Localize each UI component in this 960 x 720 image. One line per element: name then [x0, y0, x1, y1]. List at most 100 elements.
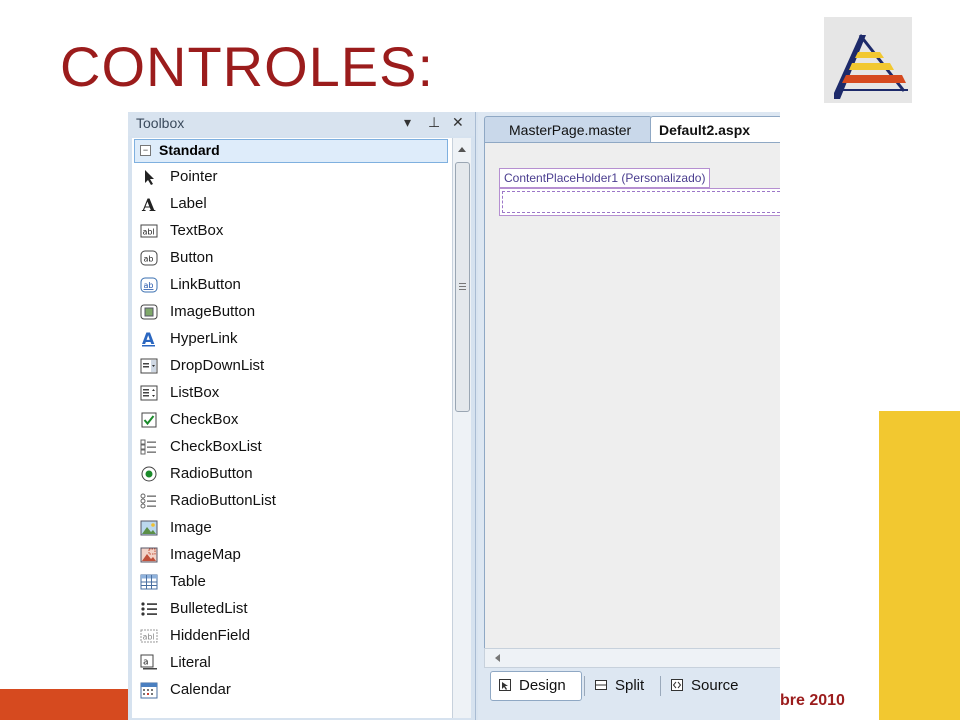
svg-text:ab: ab	[144, 255, 154, 264]
tool-label: RadioButtonList	[170, 492, 276, 509]
tool-label: ImageButton	[170, 303, 256, 320]
svg-text:ab: ab	[144, 281, 154, 290]
tool-item-label[interactable]: A Label	[138, 191, 448, 217]
view-separator	[584, 676, 585, 696]
tool-label: DropDownList	[170, 357, 265, 374]
tool-label: HiddenField	[170, 627, 251, 644]
view-separator	[660, 676, 661, 696]
scroll-down-icon[interactable]	[453, 714, 471, 720]
tool-item-literal[interactable]: a Literal	[138, 650, 448, 676]
split-view-button[interactable]: Split	[586, 671, 660, 701]
content-placeholder-label[interactable]: ContentPlaceHolder1 (Personalizado)	[499, 168, 711, 188]
tool-label: Button	[170, 249, 214, 266]
design-view-button[interactable]: Design	[490, 671, 582, 701]
bulletedlist-icon	[141, 602, 157, 616]
tool-item-image[interactable]: Image	[138, 515, 448, 541]
tool-label: Table	[170, 573, 206, 590]
tool-item-hyperlink[interactable]: A HyperLink	[138, 326, 448, 352]
tool-label: HyperLink	[170, 330, 238, 347]
split-view-icon	[595, 678, 607, 690]
radiobutton-icon	[141, 466, 157, 482]
tab-label: MasterPage.master	[509, 122, 632, 138]
dropdown-arrow-icon[interactable]: ▾	[404, 114, 411, 131]
group-label: Standard	[159, 142, 220, 158]
listbox-icon	[140, 385, 158, 401]
svg-text:abl: abl	[143, 633, 155, 642]
image-icon	[140, 520, 158, 536]
toolbox-list: − Standard Pointer A Label abl TextBox a…	[132, 138, 452, 718]
svg-text:A: A	[141, 196, 156, 213]
content-placeholder-region[interactable]	[499, 188, 780, 216]
designer-panel: MasterPage.master Default2.aspx ContentP…	[478, 112, 780, 720]
tool-label: TextBox	[170, 222, 224, 239]
tab-default2[interactable]: Default2.aspx	[650, 116, 780, 143]
hyperlink-icon: A	[142, 330, 155, 348]
svg-text:a: a	[143, 658, 149, 668]
view-switcher: Design Split Source	[484, 668, 780, 704]
imagebutton-icon	[140, 304, 158, 320]
tool-label: Literal	[170, 654, 211, 671]
tool-item-radiobuttonlist[interactable]: RadioButtonList	[138, 488, 448, 514]
view-label: Design	[519, 677, 566, 694]
tool-label: Calendar	[170, 681, 231, 698]
tool-item-button[interactable]: ab Button	[138, 245, 448, 271]
close-icon[interactable]: ✕	[452, 114, 464, 131]
scroll-thumb[interactable]	[455, 162, 470, 412]
table-icon	[140, 574, 158, 590]
tool-item-calendar[interactable]: Calendar	[138, 677, 448, 703]
button-icon: ab	[140, 250, 158, 266]
tool-item-bulletedlist[interactable]: BulletedList	[138, 596, 448, 622]
tool-item-table[interactable]: Table	[138, 569, 448, 595]
tool-label: CheckBox	[170, 411, 239, 428]
tab-masterpage[interactable]: MasterPage.master	[484, 116, 652, 143]
accent-red-bar	[0, 689, 140, 720]
source-view-button[interactable]: Source	[662, 671, 754, 701]
toolbox-header: Toolbox ▾ ⊥ ✕	[128, 112, 475, 136]
tool-item-checkboxlist[interactable]: CheckBoxList	[138, 434, 448, 460]
tool-label: RadioButton	[170, 465, 253, 482]
toolbox-group-standard[interactable]: − Standard	[134, 139, 448, 163]
hiddenfield-icon: abl	[140, 629, 158, 643]
tool-item-hiddenfield[interactable]: abl HiddenField	[138, 623, 448, 649]
content-placeholder-inner	[502, 191, 780, 213]
scroll-left-icon[interactable]	[489, 649, 507, 667]
radiobuttonlist-icon	[140, 493, 156, 509]
document-tabs: MasterPage.master Default2.aspx	[478, 112, 780, 143]
tool-item-linkbutton[interactable]: ab LinkButton	[138, 272, 448, 298]
tool-label: BulletedList	[170, 600, 248, 617]
tool-item-imagebutton[interactable]: ImageButton	[138, 299, 448, 325]
tool-item-radiobutton[interactable]: RadioButton	[138, 461, 448, 487]
tool-label: ListBox	[170, 384, 220, 401]
source-view-icon	[671, 678, 683, 691]
design-surface[interactable]: ContentPlaceHolder1 (Personalizado)	[484, 142, 780, 650]
tool-item-listbox[interactable]: ListBox	[138, 380, 448, 406]
tool-label: CheckBoxList	[170, 438, 262, 455]
pointer-icon	[145, 170, 154, 185]
tab-label: Default2.aspx	[659, 122, 751, 138]
tool-label: Label	[170, 195, 207, 212]
footer-date: bre 2010	[780, 692, 845, 709]
collapse-icon[interactable]: −	[140, 145, 151, 156]
slide-title: CONTROLES:	[60, 35, 435, 98]
accent-yellow-bar	[879, 411, 960, 720]
textbox-icon: abl	[140, 224, 158, 238]
view-label: Source	[691, 677, 739, 694]
toolbox-scrollbar[interactable]	[452, 138, 471, 718]
dropdownlist-icon	[140, 358, 158, 374]
checkbox-icon	[141, 412, 157, 428]
scroll-up-icon[interactable]	[453, 141, 471, 159]
tool-item-textbox[interactable]: abl TextBox	[138, 218, 448, 244]
label-icon: A	[141, 196, 156, 213]
university-logo	[824, 17, 912, 103]
tool-item-checkbox[interactable]: CheckBox	[138, 407, 448, 433]
grip-icon	[459, 283, 466, 290]
tool-item-pointer[interactable]: Pointer	[138, 164, 448, 190]
tool-item-imagemap[interactable]: ImageMap	[138, 542, 448, 568]
tool-item-dropdownlist[interactable]: DropDownList	[138, 353, 448, 379]
imagemap-icon	[140, 547, 158, 563]
view-label: Split	[615, 677, 645, 694]
horizontal-scrollbar[interactable]	[484, 648, 780, 668]
pin-icon[interactable]: ⊥	[428, 114, 440, 131]
literal-icon: a	[140, 654, 157, 670]
tool-label: Pointer	[170, 168, 218, 185]
